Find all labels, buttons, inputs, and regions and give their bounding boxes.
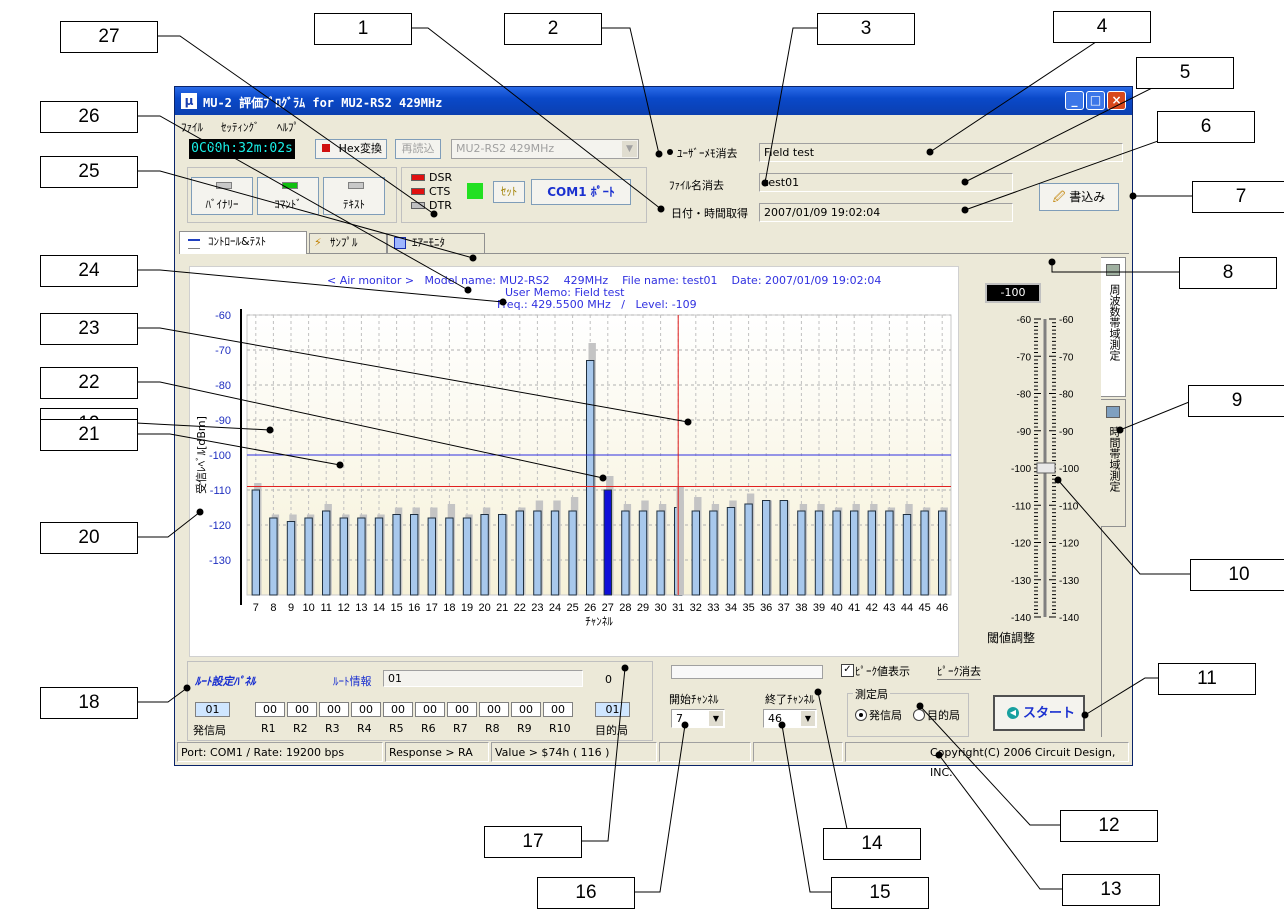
- callout-dot-12: [916, 702, 924, 710]
- callout-9: 9: [1188, 385, 1284, 417]
- callout-dot-25: [469, 254, 477, 262]
- callout-dot-3: [761, 179, 769, 187]
- callout-leader-14: [817, 691, 919, 844]
- callout-15: 15: [831, 877, 929, 909]
- callout-leader-1: [411, 27, 662, 210]
- callout-12: 12: [1060, 810, 1158, 842]
- callout-dot-24: [499, 298, 507, 306]
- callout-dot-4: [926, 148, 934, 156]
- callout-1: 1: [314, 13, 412, 45]
- callout-13: 13: [1062, 874, 1160, 906]
- callout-dot-5: [961, 178, 969, 186]
- callout-dot-9: [1116, 426, 1124, 434]
- callout-dot-16: [681, 721, 689, 729]
- callout-10: 10: [1190, 559, 1284, 591]
- callout-dot-27: [430, 210, 438, 218]
- callout-5: 5: [1136, 57, 1234, 89]
- callout-6: 6: [1157, 111, 1255, 143]
- callout-leader-22: [136, 381, 604, 479]
- callout-11: 11: [1158, 663, 1256, 695]
- callout-16: 16: [537, 877, 635, 909]
- callout-3: 3: [817, 13, 915, 45]
- callout-dot-11: [1081, 711, 1089, 719]
- callout-dot-22: [599, 474, 607, 482]
- callout-4: 4: [1053, 11, 1151, 43]
- callout-26: 26: [40, 101, 138, 133]
- callout-dot-19: [266, 426, 274, 434]
- callout-dot-14: [814, 688, 822, 696]
- callout-dot-13: [935, 751, 943, 759]
- callout-dot-15: [778, 721, 786, 729]
- callout-dot-7: [1129, 192, 1137, 200]
- callout-23: 23: [40, 313, 138, 345]
- callout-dot-26: [464, 286, 472, 294]
- callout-leader-11: [1084, 677, 1158, 716]
- callout-21: 21: [40, 419, 138, 451]
- callout-leader-27: [156, 35, 435, 215]
- callout-leader-4: [929, 25, 1149, 153]
- callout-dot-8: [1048, 258, 1056, 266]
- callout-2: 2: [504, 13, 602, 45]
- callout-leader-13: [938, 754, 1062, 890]
- callout-leader-2: [600, 27, 660, 155]
- callout-leader-21: [136, 433, 341, 466]
- callout-dot-23: [684, 418, 692, 426]
- callout-leader-23: [136, 327, 689, 423]
- callout-leader-15: [781, 724, 831, 893]
- callout-dot-10: [1054, 476, 1062, 484]
- callout-leader-lines: [135, 25, 1284, 893]
- callout-leader-17: [580, 667, 626, 842]
- callout-22: 22: [40, 367, 138, 399]
- callout-leader-18: [136, 687, 188, 703]
- callout-leader-3: [764, 27, 913, 184]
- callout-leader-24: [136, 269, 504, 303]
- callout-leader-16: [633, 724, 686, 893]
- callout-27: 27: [60, 21, 158, 53]
- callout-25: 25: [40, 156, 138, 188]
- callout-leader-19: [135, 422, 271, 431]
- callout-leader-12: [919, 705, 1060, 826]
- callout-leader-20: [136, 511, 201, 538]
- callout-24: 24: [40, 255, 138, 287]
- callout-17: 17: [484, 826, 582, 858]
- callout-dot-18: [183, 684, 191, 692]
- callout-20: 20: [40, 522, 138, 554]
- callout-7: 7: [1192, 181, 1284, 213]
- callout-leader-10: [1057, 479, 1190, 575]
- callout-dot-2: [655, 150, 663, 158]
- callout-dot-1: [657, 205, 665, 213]
- callout-dot-17: [621, 664, 629, 672]
- callout-dot-6: [961, 206, 969, 214]
- callout-14: 14: [823, 828, 921, 860]
- callout-leader-25: [136, 170, 474, 259]
- callout-18: 18: [40, 687, 138, 719]
- callout-dot-21: [336, 461, 344, 469]
- callout-dot-20: [196, 508, 204, 516]
- callout-8: 8: [1179, 257, 1277, 289]
